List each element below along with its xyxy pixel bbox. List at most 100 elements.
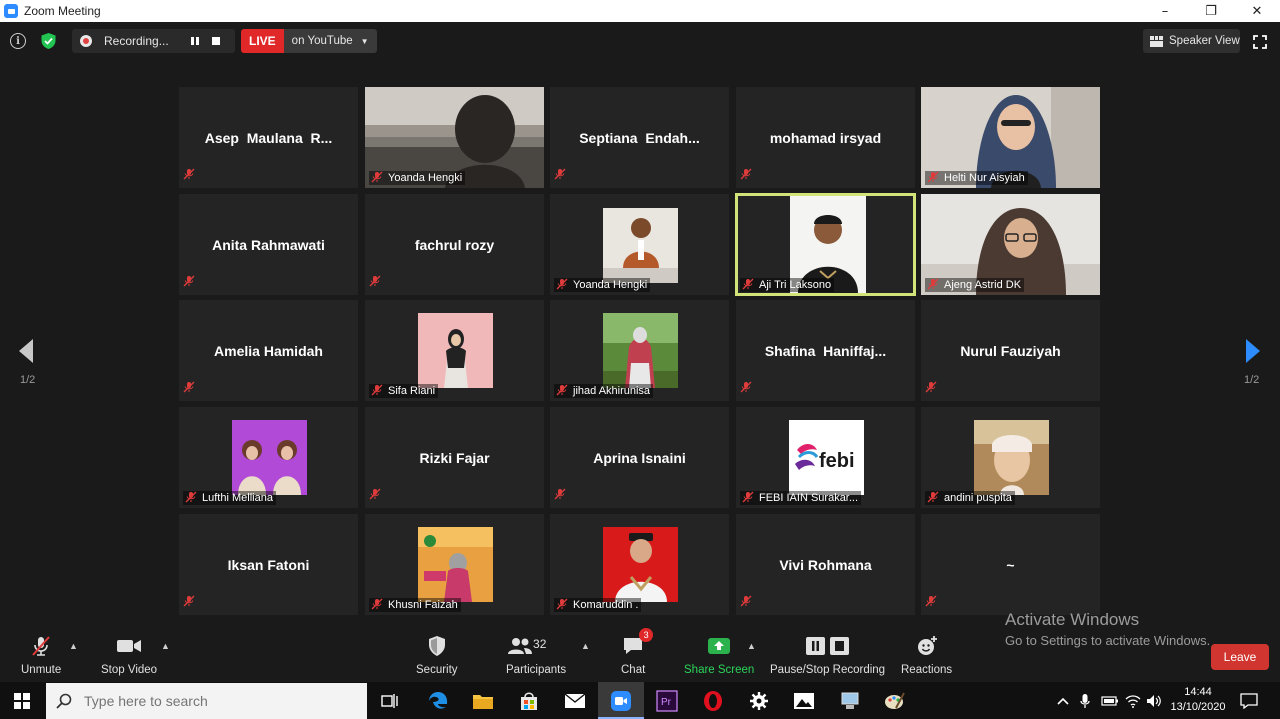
participant-name-tag: Khusni Faizah: [369, 598, 461, 612]
participant-tile[interactable]: Khusni Faizah: [365, 514, 544, 615]
participant-tile[interactable]: Septiana Endah...: [550, 87, 729, 188]
participant-tile[interactable]: Sifa Riani: [365, 300, 544, 401]
security-shield-icon: [427, 635, 447, 657]
participant-tile[interactable]: Vivi Rohmana: [736, 514, 915, 615]
zoom-app-taskbar-icon[interactable]: [610, 690, 632, 712]
chat-unread-badge: 3: [639, 628, 654, 642]
paint-icon[interactable]: [884, 690, 906, 712]
participant-tile[interactable]: mohamad irsyad: [736, 87, 915, 188]
microphone-tray-icon[interactable]: [1080, 682, 1090, 719]
participant-tile[interactable]: Komaruddin .: [550, 514, 729, 615]
muted-mic-icon: [183, 274, 195, 292]
participant-tile[interactable]: Nurul Fauziyah: [921, 300, 1100, 401]
unmute-button[interactable]: Unmute: [21, 635, 61, 676]
participant-tile[interactable]: Rizki Fajar: [365, 407, 544, 508]
wifi-icon[interactable]: [1125, 682, 1141, 719]
participant-tile[interactable]: Yoanda Hengki: [365, 87, 544, 188]
fullscreen-icon[interactable]: [1253, 35, 1267, 49]
participant-tile[interactable]: Lufthi Melliana: [179, 407, 358, 508]
pause-recording-icon[interactable]: [188, 34, 202, 48]
participant-tile[interactable]: Ajeng Astrid DK: [921, 194, 1100, 295]
muted-mic-icon: [927, 171, 939, 186]
live-stream-indicator[interactable]: LIVE on YouTube ▼: [241, 29, 377, 53]
participant-tile[interactable]: febi FEBI IAIN Surakar...: [736, 407, 915, 508]
participant-name: FEBI IAIN Surakar...: [759, 492, 859, 504]
participant-name-tag: Aji Tri Laksono: [740, 278, 835, 292]
participant-tile[interactable]: Aprina Isnaini: [550, 407, 729, 508]
participant-video: [974, 420, 1049, 495]
participant-tile[interactable]: Yoanda Hengki: [550, 194, 729, 295]
participant-name: Yoanda Hengki: [388, 172, 463, 184]
chat-label: Chat: [621, 664, 646, 676]
chat-button[interactable]: 3 Chat: [621, 628, 654, 676]
reactions-button[interactable]: Reactions: [901, 635, 952, 676]
participant-tile[interactable]: Aji Tri Laksono: [735, 193, 916, 296]
premiere-pro-icon[interactable]: Pr: [656, 690, 678, 712]
security-label: Security: [416, 664, 458, 676]
taskbar-clock[interactable]: 14:44 13/10/2020: [1170, 685, 1226, 715]
stop-recording-icon[interactable]: [212, 37, 220, 45]
audio-options-caret-icon[interactable]: ▲: [69, 641, 78, 651]
taskbar-search-input[interactable]: [84, 693, 344, 709]
chevron-down-icon: ▼: [360, 36, 369, 46]
muted-mic-icon: [927, 278, 939, 293]
participant-tile[interactable]: Helti Nur Aisyiah: [921, 87, 1100, 188]
next-page-button[interactable]: [1245, 338, 1261, 369]
participants-options-caret-icon[interactable]: ▲: [581, 641, 590, 651]
share-screen-button[interactable]: Share Screen: [684, 635, 754, 676]
file-explorer-icon[interactable]: [472, 690, 494, 712]
participants-count: 32: [533, 637, 547, 651]
participant-tile[interactable]: jihad Akhirunisa: [550, 300, 729, 401]
leave-button[interactable]: Leave: [1211, 644, 1269, 670]
participant-tile[interactable]: Asep Maulana R...: [179, 87, 358, 188]
participant-name: andini puspita: [944, 492, 1012, 504]
mail-icon[interactable]: [564, 690, 586, 712]
febi-logo-text: febi: [819, 450, 855, 472]
participant-tile[interactable]: Amelia Hamidah: [179, 300, 358, 401]
battery-icon[interactable]: [1101, 682, 1119, 719]
show-hidden-icons[interactable]: [1057, 682, 1069, 719]
live-destination[interactable]: on YouTube ▼: [283, 29, 377, 53]
participant-video: [603, 208, 678, 283]
opera-browser-icon[interactable]: [702, 690, 724, 712]
share-options-caret-icon[interactable]: ▲: [747, 641, 756, 651]
stop-video-button[interactable]: Stop Video: [101, 635, 157, 676]
muted-mic-icon: [554, 167, 566, 185]
participant-video: [232, 420, 307, 495]
windows-start-icon[interactable]: [14, 693, 30, 709]
task-view-icon[interactable]: [379, 690, 401, 712]
taskbar-search[interactable]: [46, 683, 367, 719]
minimize-button[interactable]: –: [1142, 0, 1188, 22]
info-icon[interactable]: i: [10, 33, 26, 49]
video-camera-icon: [116, 635, 142, 657]
encryption-shield-icon[interactable]: [40, 32, 57, 50]
settings-gear-icon[interactable]: [748, 690, 770, 712]
edge-browser-icon[interactable]: [427, 690, 449, 712]
muted-mic-icon: [740, 167, 752, 185]
muted-mic-icon: [369, 487, 381, 505]
close-button[interactable]: ✕: [1234, 0, 1280, 22]
video-options-caret-icon[interactable]: ▲: [161, 641, 170, 651]
photos-icon[interactable]: [793, 690, 815, 712]
participant-tile[interactable]: Anita Rahmawati: [179, 194, 358, 295]
speaker-view-button[interactable]: Speaker View: [1143, 29, 1240, 53]
security-button[interactable]: Security: [416, 635, 458, 676]
participant-tile[interactable]: andini puspita: [921, 407, 1100, 508]
maximize-button[interactable]: ❐: [1188, 0, 1234, 22]
network-app-icon[interactable]: [839, 690, 861, 712]
pause-stop-recording-button[interactable]: Pause/Stop Recording: [770, 635, 885, 676]
participant-tile[interactable]: Shafina Haniffaj...: [736, 300, 915, 401]
participant-video: [418, 313, 493, 388]
participant-tile[interactable]: fachrul rozy: [365, 194, 544, 295]
participant-name: Lufthi Melliana: [202, 492, 273, 504]
participant-name: Aji Tri Laksono: [759, 279, 832, 291]
participant-name: Ajeng Astrid DK: [944, 279, 1022, 291]
previous-page-button[interactable]: [18, 338, 34, 369]
microsoft-store-icon[interactable]: [518, 690, 540, 712]
participants-button[interactable]: 32 Participants: [506, 635, 566, 676]
notifications-icon[interactable]: [1240, 682, 1258, 719]
muted-mic-icon: [369, 274, 381, 292]
participant-tile[interactable]: Iksan Fatoni: [179, 514, 358, 615]
volume-icon[interactable]: [1146, 682, 1162, 719]
participant-tile[interactable]: ~: [921, 514, 1100, 615]
